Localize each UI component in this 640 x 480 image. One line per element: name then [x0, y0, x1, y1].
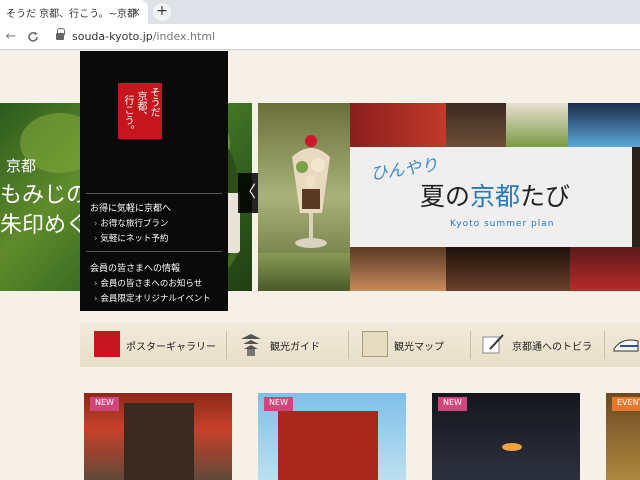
article-card[interactable]: NEW: [432, 393, 580, 480]
menu-divider: [86, 251, 222, 252]
address-bar: ← souda-kyoto.jp/index.html: [0, 24, 640, 50]
dessert-photo-3: [506, 103, 568, 147]
parfait-image: [292, 135, 330, 248]
back-arrow-icon[interactable]: ←: [2, 28, 20, 46]
hero-left-line1: 京都: [6, 157, 37, 175]
site-menu-panel: そうだ 京都、 行こう。 お得に気軽に京都へ お得な旅行プラン 気軽にネット予約…: [80, 51, 228, 311]
browser-tab[interactable]: そうだ 京都、行こう。~京都 ×: [0, 0, 148, 24]
tab-strip: そうだ 京都、行こう。~京都 × +: [0, 0, 640, 24]
category-nav: ポスターギャラリー 観光ガイド 観光マップ 京都通へのトビラ: [80, 323, 640, 367]
logo-line3: 行こう。: [122, 95, 133, 135]
dessert-photo-1: [350, 103, 446, 147]
nav-sightseeing-guide[interactable]: 観光ガイド: [238, 331, 338, 359]
dessert-photo-8: [258, 253, 350, 291]
menu-section1-title[interactable]: お得に気軽に京都へ: [90, 201, 171, 214]
tab-title: そうだ 京都、行こう。~京都: [6, 9, 137, 20]
menu-item-member-notices[interactable]: 会員の皆さまへのお知らせ: [94, 277, 202, 289]
menu-divider: [86, 193, 222, 194]
nav-label: ポスターギャラリー: [126, 342, 216, 353]
menu-item-member-events[interactable]: 会員限定オリジナルイベント: [94, 292, 211, 304]
article-card[interactable]: NEW: [84, 393, 232, 480]
nav-kyoto-insider[interactable]: 京都通へのトビラ: [480, 331, 600, 359]
article-card[interactable]: EVENT: [606, 393, 640, 480]
pagoda-icon: [241, 334, 261, 356]
logo-line1: そうだ: [148, 87, 159, 117]
hero-slide-summer[interactable]: ひんやり 夏の京都たび Kyoto summer plan: [258, 103, 640, 291]
menu-section2-title[interactable]: 会員の皆さまへの情報: [90, 261, 180, 274]
nav-label: 京都通へのトビラ: [512, 342, 592, 353]
url-field[interactable]: souda-kyoto.jp/index.html: [72, 30, 215, 43]
nav-separator: [604, 331, 605, 359]
dessert-photo-7: [570, 247, 640, 291]
summer-title-main: 夏の京都たび: [420, 177, 570, 213]
map-icon: [362, 331, 388, 357]
article-card[interactable]: NEW: [258, 393, 406, 480]
event-badge: EVENT: [612, 397, 640, 411]
shinkansen-icon[interactable]: [612, 331, 640, 357]
nav-label: 観光ガイド: [270, 342, 320, 353]
shrine-image: [278, 411, 378, 480]
url-host: souda-kyoto.jp: [72, 30, 153, 43]
url-path: /index.html: [152, 30, 216, 43]
new-badge: NEW: [90, 397, 119, 411]
lock-icon: [56, 28, 65, 41]
nav-poster-gallery[interactable]: ポスターギャラリー: [94, 331, 218, 359]
new-tab-button[interactable]: +: [153, 3, 171, 21]
summer-title-part1: 夏の: [420, 182, 471, 211]
nav-sightseeing-map[interactable]: 観光マップ: [362, 331, 462, 359]
temple-gate-image: [124, 403, 194, 480]
new-badge: NEW: [438, 397, 467, 411]
poster-icon: [94, 331, 120, 357]
fire-image: [502, 443, 522, 451]
nav-separator: [348, 331, 349, 359]
reload-icon[interactable]: [24, 28, 42, 46]
logo-line2: 京都、: [135, 91, 146, 121]
pen-icon: [482, 334, 504, 354]
dessert-photo-4: [568, 103, 640, 147]
new-badge: NEW: [264, 397, 293, 411]
nav-separator: [470, 331, 471, 359]
slider-prev-button[interactable]: 〈: [238, 173, 258, 213]
menu-item-travel-plans[interactable]: お得な旅行プラン: [94, 217, 168, 229]
souda-kyoto-logo[interactable]: そうだ 京都、 行こう。: [118, 83, 162, 139]
tab-close-icon[interactable]: ×: [128, 4, 144, 20]
nav-label: 観光マップ: [394, 342, 444, 353]
menu-item-net-booking[interactable]: 気軽にネット予約: [94, 232, 168, 244]
summer-title-part2: たび: [520, 182, 571, 211]
dessert-photo-5: [350, 247, 446, 291]
nav-separator: [226, 331, 227, 359]
summer-title-blue: 京都: [470, 182, 521, 211]
dessert-photo-6: [446, 247, 570, 291]
page-content: 京都 もみじの名 朱印めぐり ひんやり 夏の京都たび Kyoto summer …: [0, 51, 640, 480]
summer-subtitle: Kyoto summer plan: [450, 219, 555, 229]
summer-title-card: ひんやり 夏の京都たび Kyoto summer plan: [350, 147, 632, 247]
dessert-photo-2: [446, 103, 506, 147]
